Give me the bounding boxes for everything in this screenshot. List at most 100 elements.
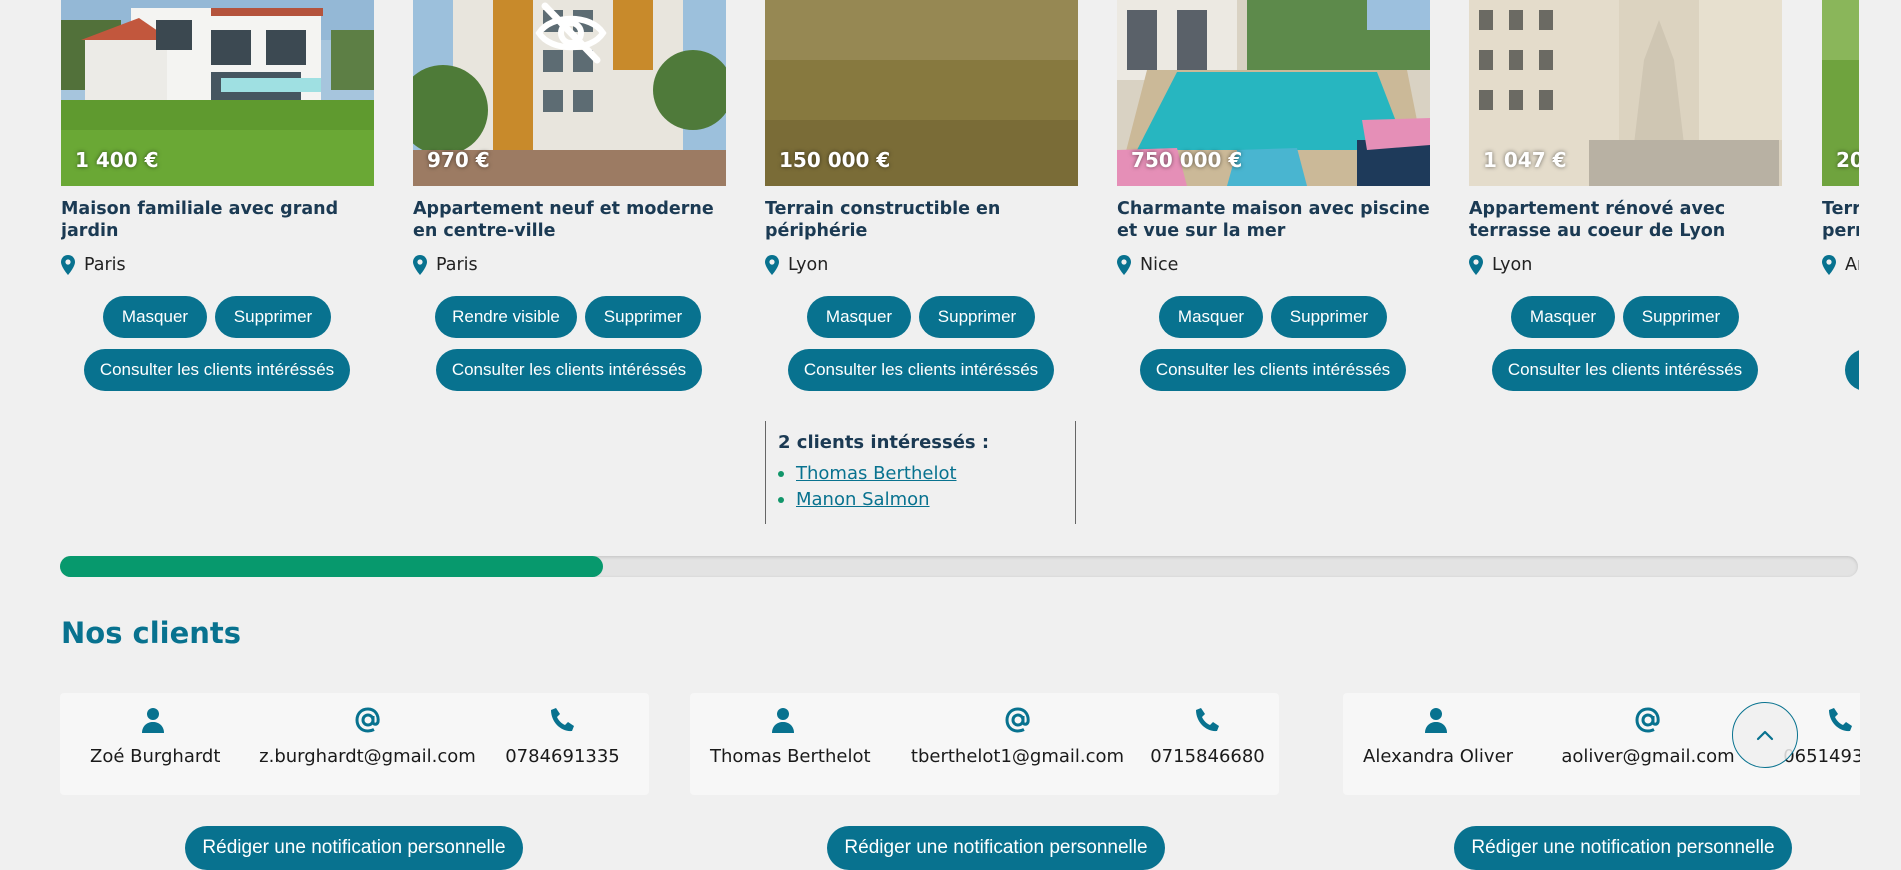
write-notification-button[interactable]: Rédiger une notification personnelle [1454, 826, 1792, 870]
client-name-col: Thomas Berthelot [710, 707, 871, 767]
client-name: Zoé Burghardt [90, 746, 221, 767]
property-price: 750 000 € [1131, 148, 1243, 172]
phone-icon [1828, 708, 1852, 732]
property-city: Paris [436, 255, 478, 275]
interested-clients-panel: 2 clients intéressés : Thomas Berthelot … [765, 421, 1076, 524]
property-price: 1 047 € [1483, 148, 1567, 172]
map-pin-icon [413, 255, 427, 275]
property-title: Appartement rénové avec terrasse au coeu… [1469, 199, 1726, 241]
client-link[interactable]: Thomas Berthelot [796, 461, 957, 487]
client-phone-col: 0784691335 [500, 707, 625, 767]
property-photo: 150 000 € [765, 0, 1078, 186]
property-card: 20 Terr perr An [1822, 0, 1859, 391]
client-link[interactable]: Manon Salmon [796, 487, 930, 513]
interested-clients-button[interactable]: Consulter les clients intéréssés [788, 349, 1054, 391]
delete-button[interactable]: Supprimer [919, 296, 1035, 338]
carousel-scroll-thumb[interactable] [60, 556, 603, 577]
property-location: Lyon [1469, 254, 1532, 276]
client-email: z.burghardt@gmail.com [259, 746, 476, 767]
delete-button[interactable]: Supprimer [1271, 296, 1387, 338]
interested-clients-title: 2 clients intéressés : [778, 432, 990, 453]
client-name: Thomas Berthelot [710, 746, 871, 767]
client-email: tberthelot1@gmail.com [910, 746, 1125, 767]
section-title: Nos clients [61, 616, 242, 650]
property-photo: 970 € [413, 0, 726, 186]
client-card: Zoé Burghardt z.burghardt@gmail.com 0784… [60, 693, 649, 795]
property-location: Paris [61, 254, 126, 276]
carousel-scrollbar[interactable] [60, 556, 1858, 577]
interested-clients-button[interactable]: Consulter les clients intéréssés [1140, 349, 1406, 391]
client-phone-col: 0715846680 [1145, 707, 1270, 767]
property-city: Paris [84, 255, 126, 275]
at-sign-icon [354, 707, 380, 733]
user-icon [141, 708, 164, 733]
interested-clients-button[interactable]: Consulter les clients intéréssés [1492, 349, 1758, 391]
show-button[interactable]: Rendre visible [435, 296, 577, 338]
property-location: An [1822, 254, 1859, 276]
map-pin-icon [61, 255, 75, 275]
interested-clients-button[interactable]: Consulter les clients intéréssés [84, 349, 350, 391]
at-sign-icon [1004, 707, 1030, 733]
property-carousel: 1 400 € Maison familiale avec grand jard… [61, 0, 1859, 420]
interested-clients-button[interactable] [1845, 349, 1859, 391]
property-title: Appartement neuf et moderne en centre-vi… [413, 199, 714, 241]
property-city: An [1845, 255, 1859, 275]
property-price: 150 000 € [779, 148, 891, 172]
property-location: Paris [413, 254, 478, 276]
interested-clients-list: Thomas Berthelot Manon Salmon [778, 461, 957, 513]
map-pin-icon [1469, 255, 1483, 275]
property-card: 150 000 € Terrain constructible en périp… [765, 0, 1078, 391]
property-price: 1 400 € [75, 148, 159, 172]
property-card: 750 000 € Charmante maison avec piscine … [1117, 0, 1430, 391]
property-city: Nice [1140, 255, 1179, 275]
property-photo: 20 [1822, 0, 1859, 186]
property-city: Lyon [1492, 255, 1533, 275]
write-notification-button[interactable]: Rédiger une notification personnelle [185, 826, 523, 870]
property-location: Nice [1117, 254, 1178, 276]
client-name-col: Zoé Burghardt [90, 707, 221, 767]
client-card: Thomas Berthelot tberthelot1@gmail.com 0… [690, 693, 1279, 795]
clients-list: Zoé Burghardt z.burghardt@gmail.com 0784… [60, 693, 1860, 870]
property-title: Charmante maison avec piscine et vue sur… [1117, 199, 1430, 241]
hide-button[interactable]: Masquer [1159, 296, 1263, 338]
hide-button[interactable]: Masquer [103, 296, 207, 338]
property-city: Lyon [788, 255, 829, 275]
property-card: 1 047 € Appartement rénové avec terrasse… [1469, 0, 1782, 391]
write-notification-button[interactable]: Rédiger une notification personnelle [827, 826, 1165, 870]
property-photo: 1 047 € [1469, 0, 1782, 186]
scroll-to-top-button[interactable] [1732, 702, 1798, 768]
chevron-up-icon [1756, 730, 1774, 741]
eye-slash-icon [535, 2, 607, 64]
client-email-col: aoliver@gmail.com [1548, 707, 1748, 767]
property-price: 20 [1836, 148, 1859, 172]
property-location: Lyon [765, 254, 828, 276]
map-pin-icon [765, 255, 779, 275]
delete-button[interactable]: Supprimer [1623, 296, 1739, 338]
client-name-col: Alexandra Oliver [1363, 707, 1514, 767]
client-phone: 0715846680 [1150, 746, 1265, 767]
property-card: 970 € Appartement neuf et moderne en cen… [413, 0, 726, 391]
client-email-col: z.burghardt@gmail.com [255, 707, 480, 767]
property-photo: 1 400 € [61, 0, 374, 186]
client-name: Alexandra Oliver [1363, 746, 1514, 767]
property-title: Terr perr [1822, 199, 1859, 241]
client-email: aoliver@gmail.com [1561, 746, 1735, 767]
property-title: Terrain constructible en périphérie [765, 199, 1001, 241]
phone-icon [1195, 708, 1219, 732]
delete-button[interactable]: Supprimer [215, 296, 331, 338]
client-phone: 0784691335 [505, 746, 620, 767]
delete-button[interactable]: Supprimer [585, 296, 701, 338]
hide-button[interactable]: Masquer [1511, 296, 1615, 338]
at-sign-icon [1635, 707, 1660, 733]
user-icon [1424, 708, 1447, 733]
property-price: 970 € [427, 148, 490, 172]
property-title: Maison familiale avec grand jardin [61, 199, 339, 241]
client-email-col: tberthelot1@gmail.com [905, 707, 1130, 767]
map-pin-icon [1117, 255, 1131, 275]
phone-icon [550, 708, 574, 732]
hide-button[interactable]: Masquer [807, 296, 911, 338]
map-pin-icon [1822, 255, 1836, 275]
interested-clients-button[interactable]: Consulter les clients intéréssés [436, 349, 702, 391]
list-item: Manon Salmon [778, 487, 957, 513]
property-card: 1 400 € Maison familiale avec grand jard… [61, 0, 374, 391]
